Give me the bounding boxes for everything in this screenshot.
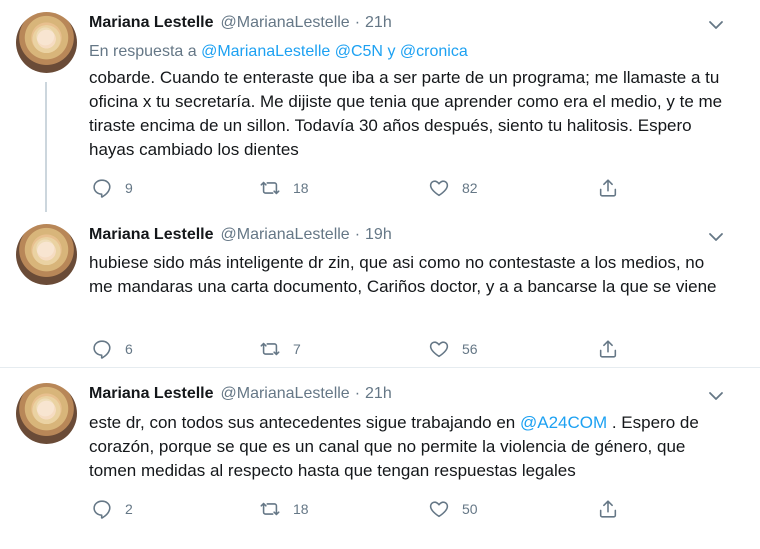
like-count: 82: [462, 180, 478, 196]
mention-link[interactable]: @C5N: [335, 43, 383, 60]
like-button[interactable]: 82: [428, 176, 478, 200]
retweet-button[interactable]: 7: [259, 337, 301, 361]
retweet-count: 18: [293, 501, 309, 517]
reply-count: 2: [125, 501, 133, 517]
like-button[interactable]: 50: [428, 497, 478, 521]
separator-dot: ·: [354, 14, 361, 31]
tweet-time[interactable]: 21h: [365, 14, 392, 32]
avatar[interactable]: [16, 224, 77, 285]
retweet-icon: [260, 181, 280, 195]
chevron-down-icon[interactable]: [707, 18, 725, 32]
tweet-text: cobarde. Cuando te enteraste que iba a s…: [89, 68, 723, 159]
reply-icon: [93, 340, 111, 359]
author-name[interactable]: Mariana Lestelle: [89, 385, 214, 403]
heart-icon: [429, 341, 449, 358]
chevron-down-icon[interactable]: [707, 230, 725, 244]
like-button[interactable]: 56: [428, 337, 478, 361]
tweet-text: hubiese sido más inteligente dr zin, que…: [89, 253, 717, 296]
mention-link[interactable]: @A24COM: [520, 413, 607, 432]
reply-count: 9: [125, 180, 133, 196]
like-count: 50: [462, 501, 478, 517]
reply-prefix: En respuesta a: [89, 43, 197, 60]
mention-link[interactable]: @MarianaLestelle: [201, 43, 330, 60]
retweet-count: 7: [293, 341, 301, 357]
tweet-text-part: este dr, con todos sus antecedentes sigu…: [89, 413, 520, 432]
share-button[interactable]: [597, 497, 619, 521]
avatar[interactable]: [16, 383, 77, 444]
tweet-actions: 2 18 50: [89, 497, 649, 521]
tweet-header: Mariana Lestelle @MarianaLestelle · 21h: [89, 14, 392, 36]
tweet-1[interactable]: Mariana Lestelle @MarianaLestelle · 21h …: [0, 0, 760, 212]
retweet-button[interactable]: 18: [259, 497, 309, 521]
like-count: 56: [462, 341, 478, 357]
share-icon: [599, 179, 617, 197]
tweet-time[interactable]: 19h: [365, 226, 392, 244]
reply-button[interactable]: 6: [91, 337, 133, 361]
retweet-count: 18: [293, 180, 309, 196]
reply-icon: [93, 179, 111, 198]
author-handle[interactable]: @MarianaLestelle: [221, 385, 350, 403]
reply-and-word: y: [387, 43, 396, 60]
separator-dot: ·: [354, 226, 361, 243]
author-handle[interactable]: @MarianaLestelle: [221, 14, 350, 32]
tweet-time[interactable]: 21h: [365, 385, 392, 403]
retweet-button[interactable]: 18: [259, 176, 309, 200]
author-handle[interactable]: @MarianaLestelle: [221, 226, 350, 244]
tweet-3[interactable]: Mariana Lestelle @MarianaLestelle · 21h …: [0, 368, 760, 549]
tweet-actions: 6 7 56: [89, 337, 649, 361]
separator-dot: ·: [354, 385, 361, 402]
author-name[interactable]: Mariana Lestelle: [89, 14, 214, 32]
tweet-header: Mariana Lestelle @MarianaLestelle · 21h: [89, 385, 392, 407]
tweet-actions: 9 18 82: [89, 176, 649, 200]
heart-icon: [429, 180, 449, 197]
author-name[interactable]: Mariana Lestelle: [89, 226, 214, 244]
mention-link[interactable]: @cronica: [400, 43, 468, 60]
share-icon: [599, 500, 617, 518]
chevron-down-icon[interactable]: [707, 389, 725, 403]
share-icon: [599, 340, 617, 358]
avatar[interactable]: [16, 12, 77, 73]
tweet-header: Mariana Lestelle @MarianaLestelle · 19h: [89, 226, 392, 248]
reply-count: 6: [125, 341, 133, 357]
reply-icon: [93, 500, 111, 519]
share-button[interactable]: [597, 176, 619, 200]
tweet-2[interactable]: Mariana Lestelle @MarianaLestelle · 19h …: [0, 212, 760, 367]
heart-icon: [429, 501, 449, 518]
reply-context: En respuesta a @MarianaLestelle @C5N y @…: [89, 43, 468, 61]
reply-button[interactable]: 2: [91, 497, 133, 521]
share-button[interactable]: [597, 337, 619, 361]
retweet-icon: [260, 502, 280, 516]
tweet-text: este dr, con todos sus antecedentes sigu…: [89, 411, 729, 483]
retweet-icon: [260, 342, 280, 356]
reply-button[interactable]: 9: [91, 176, 133, 200]
thread-line: [45, 82, 47, 212]
